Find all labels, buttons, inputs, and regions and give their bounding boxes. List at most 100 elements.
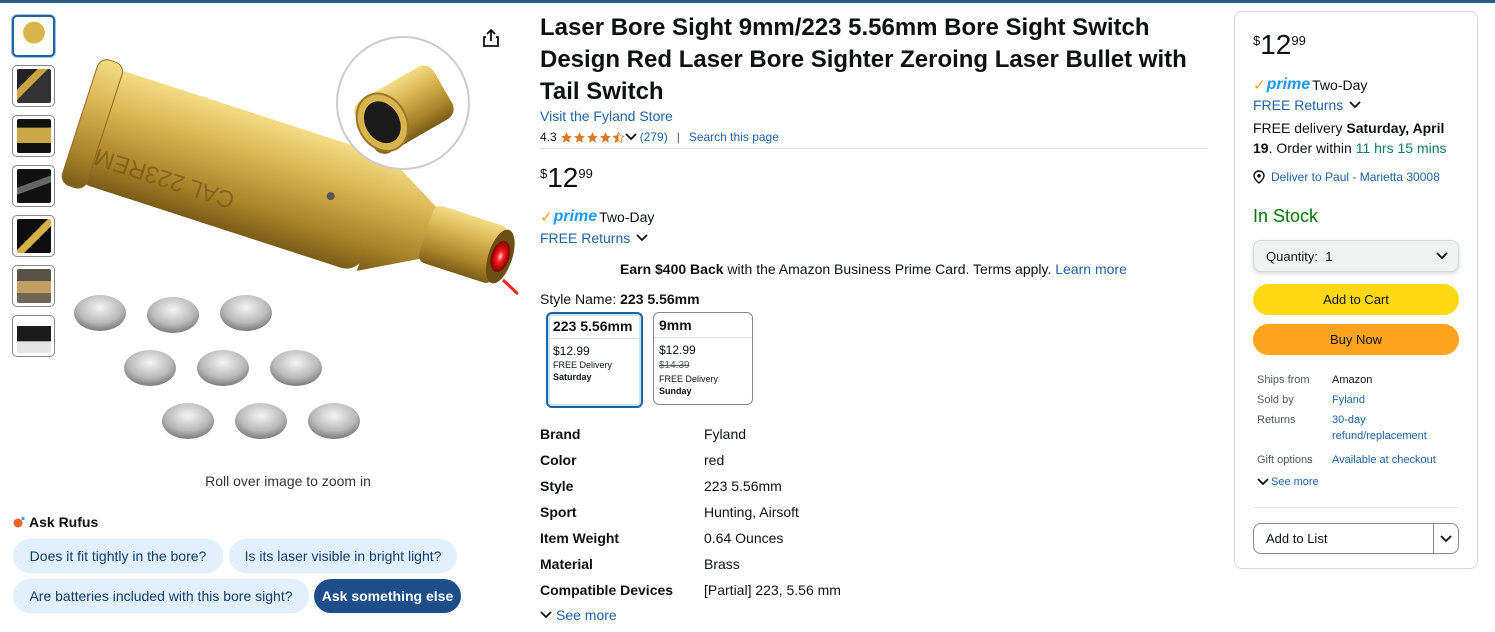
info-value: Amazon [1332, 374, 1373, 386]
free-returns-link[interactable]: FREE Returns [1253, 97, 1361, 113]
product-title: Laser Bore Sight 9mm/223 5.56mm Bore Sig… [540, 14, 1187, 105]
thumbnail-3[interactable] [12, 115, 55, 157]
prime-badge: ✓ prime Two-Day [1253, 76, 1367, 94]
prime-logo: prime [1266, 76, 1311, 93]
divider: | [676, 130, 680, 144]
divider-line [1253, 507, 1459, 508]
spec-value: [Partial] 223, 5.56 mm [704, 582, 841, 598]
info-label: Ships from [1257, 374, 1310, 386]
quantity-value: 1 [1325, 248, 1333, 264]
zoom-hint: Roll over image to zoom in [205, 473, 371, 489]
rufus-chip-batteries[interactable]: Are batteries included with this bore si… [13, 579, 309, 613]
spec-value: Fyland [704, 426, 747, 442]
countdown: 11 hrs 15 mins [1355, 140, 1447, 156]
location-pin-icon [1253, 170, 1265, 184]
buybox-see-more[interactable]: See more [1257, 476, 1319, 488]
add-to-cart-button[interactable]: Add to Cart [1253, 284, 1459, 315]
spec-key: Item Weight [540, 530, 620, 546]
buy-box: $ 12 99 ✓ prime Two-Day FREE Returns FRE… [1234, 11, 1478, 569]
thumbnail-6[interactable] [12, 265, 55, 307]
star-icon [573, 131, 585, 143]
rating-count-link[interactable]: (279) [640, 130, 668, 144]
style-name-label: Style Name: [540, 291, 621, 307]
prime-check-icon: ✓ [1253, 77, 1266, 94]
rufus-chip-fit[interactable]: Does it fit tightly in the bore? [13, 539, 223, 573]
chevron-down-icon [1257, 478, 1269, 486]
main-product-image[interactable]: CAL 223REM [58, 18, 518, 458]
price-currency: $ [1253, 33, 1261, 48]
rating-stars[interactable] [560, 130, 637, 144]
rufus-header: Ask Rufus [13, 514, 98, 530]
spec-key: Brand [540, 426, 581, 442]
spec-key: Compatible Devices [540, 582, 674, 598]
thumbnail-1[interactable] [12, 15, 55, 57]
deliver-to-link[interactable]: Deliver to Paul - Marietta 30008 [1253, 170, 1440, 184]
prime-logo: prime [553, 208, 598, 225]
prime-two-day: Two-Day [599, 209, 655, 225]
rufus-title: Ask Rufus [29, 514, 99, 530]
spec-key: Color [540, 452, 577, 468]
thumbnail-2[interactable] [12, 65, 55, 107]
prime-two-day: Two-Day [1312, 77, 1368, 93]
price-fraction: 99 [1291, 33, 1306, 48]
thumbnail-4[interactable] [12, 165, 55, 207]
half-star-icon [611, 130, 625, 143]
chevron-down-icon [540, 611, 552, 619]
share-icon[interactable] [480, 27, 502, 49]
divider-line [540, 148, 1208, 149]
star-icon [586, 131, 598, 143]
thumbnail-7[interactable] [12, 315, 55, 357]
card-offer-text: with the Amazon Business Prime Card. Ter… [723, 261, 1056, 277]
buy-now-button[interactable]: Buy Now [1253, 324, 1459, 355]
free-returns-link[interactable]: FREE Returns [540, 230, 648, 246]
returns-policy-link-2[interactable]: refund/replacement [1332, 430, 1427, 442]
spec-value: red [704, 452, 725, 468]
prime-check-icon: ✓ [540, 209, 553, 226]
delivery-estimate: FREE delivery Saturday, April 19. Order … [1253, 118, 1465, 158]
style-name-value: 223 5.56mm [620, 291, 700, 307]
chevron-down-icon [1436, 252, 1448, 260]
free-returns-label: FREE Returns [1253, 97, 1344, 113]
deliver-to-label: Deliver to Paul - Marietta 30008 [1271, 170, 1440, 184]
style-swatch-9mm[interactable]: 9mm $12.99 $14.39 FREE Delivery Sunday [653, 312, 753, 405]
info-label: Sold by [1257, 394, 1294, 406]
chevron-down-icon [1440, 534, 1452, 542]
info-label: Returns [1257, 414, 1296, 426]
returns-policy-link[interactable]: 30-day [1332, 414, 1366, 426]
star-icon [599, 131, 611, 143]
swatch-name: 223 5.56mm [548, 314, 641, 339]
add-to-list-button[interactable]: Add to List [1253, 523, 1459, 554]
price-currency: $ [540, 166, 548, 181]
spec-value: Hunting, Airsoft [704, 504, 799, 520]
thumbnail-5[interactable] [12, 215, 55, 257]
spec-key: Sport [540, 504, 577, 520]
gift-options-link[interactable]: Available at checkout [1332, 454, 1436, 466]
stock-status: In Stock [1253, 206, 1319, 226]
style-swatch-223[interactable]: 223 5.56mm $12.99 FREE Delivery Saturday [546, 312, 643, 408]
learn-more-link[interactable]: Learn more [1055, 261, 1127, 277]
see-more-specs-link[interactable]: See more [540, 607, 617, 623]
swatch-day: Sunday [659, 386, 692, 396]
search-page-link[interactable]: Search this page [689, 130, 779, 144]
seller-link[interactable]: Fyland [1332, 394, 1365, 406]
price-whole: 12 [547, 162, 579, 193]
swatch-price: $12.99 [553, 344, 590, 358]
swatch-delivery: FREE Delivery [659, 374, 719, 384]
chevron-down-icon [1349, 101, 1361, 109]
buybox-price: $ 12 99 [1253, 30, 1306, 60]
spec-key: Style [540, 478, 574, 494]
add-to-list-dropdown[interactable] [1434, 534, 1458, 544]
price: $ 12 99 [540, 162, 593, 194]
card-offer-amount: Earn $400 Back [620, 261, 724, 277]
store-link[interactable]: Visit the Fyland Store [540, 108, 673, 124]
rufus-chip-laser[interactable]: Is its laser visible in bright light? [229, 539, 457, 573]
rufus-icon [13, 516, 25, 528]
order-within: . Order within [1268, 140, 1356, 156]
price-fraction: 99 [578, 166, 593, 181]
rufus-ask-button[interactable]: Ask something else [314, 579, 461, 613]
add-to-list-label: Add to List [1266, 531, 1328, 546]
star-icon [560, 131, 572, 143]
rating-value: 4.3 [540, 130, 557, 144]
quantity-select[interactable]: Quantity: 1 [1253, 240, 1459, 272]
price-whole: 12 [1260, 29, 1292, 60]
